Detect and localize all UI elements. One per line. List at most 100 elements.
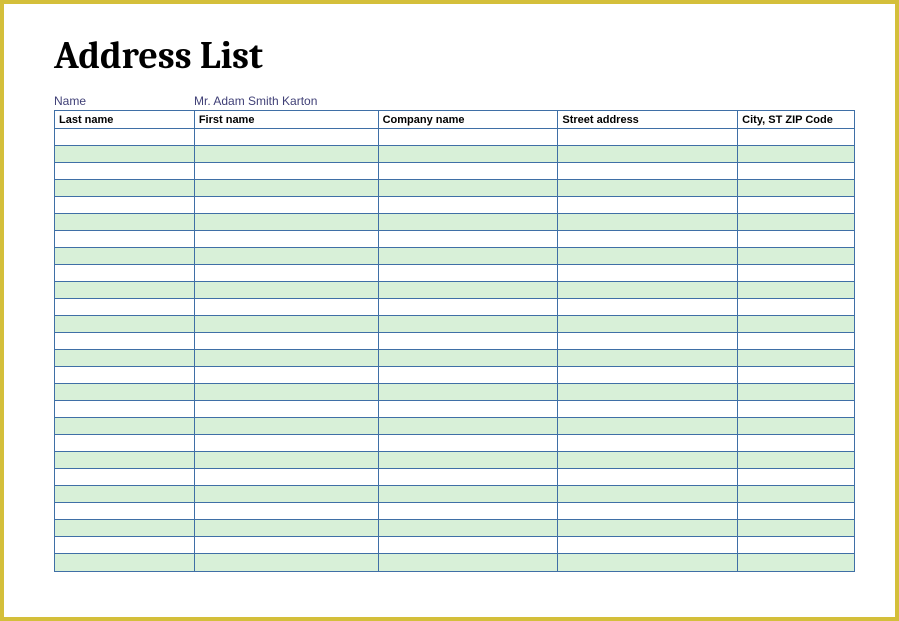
table-cell[interactable] xyxy=(558,248,738,264)
table-cell[interactable] xyxy=(558,401,738,417)
table-cell[interactable] xyxy=(738,180,854,196)
table-cell[interactable] xyxy=(738,350,854,366)
table-cell[interactable] xyxy=(558,520,738,536)
table-cell[interactable] xyxy=(558,537,738,553)
table-row[interactable] xyxy=(55,486,854,503)
table-cell[interactable] xyxy=(379,299,559,315)
table-cell[interactable] xyxy=(738,503,854,519)
table-cell[interactable] xyxy=(738,469,854,485)
table-cell[interactable] xyxy=(55,146,195,162)
table-row[interactable] xyxy=(55,350,854,367)
table-cell[interactable] xyxy=(738,231,854,247)
table-cell[interactable] xyxy=(379,265,559,281)
table-cell[interactable] xyxy=(738,367,854,383)
table-cell[interactable] xyxy=(55,231,195,247)
table-row[interactable] xyxy=(55,435,854,452)
table-cell[interactable] xyxy=(55,384,195,400)
table-cell[interactable] xyxy=(379,503,559,519)
table-cell[interactable] xyxy=(55,129,195,145)
table-cell[interactable] xyxy=(379,333,559,349)
table-cell[interactable] xyxy=(55,350,195,366)
table-cell[interactable] xyxy=(55,418,195,434)
table-cell[interactable] xyxy=(558,282,738,298)
table-cell[interactable] xyxy=(195,333,379,349)
table-cell[interactable] xyxy=(195,503,379,519)
table-cell[interactable] xyxy=(558,231,738,247)
table-cell[interactable] xyxy=(195,520,379,536)
table-cell[interactable] xyxy=(195,316,379,332)
table-cell[interactable] xyxy=(379,163,559,179)
table-cell[interactable] xyxy=(379,554,559,571)
table-cell[interactable] xyxy=(195,486,379,502)
table-cell[interactable] xyxy=(379,350,559,366)
table-cell[interactable] xyxy=(379,146,559,162)
table-cell[interactable] xyxy=(738,282,854,298)
table-row[interactable] xyxy=(55,333,854,350)
table-row[interactable] xyxy=(55,197,854,214)
table-row[interactable] xyxy=(55,554,854,571)
table-cell[interactable] xyxy=(738,248,854,264)
table-cell[interactable] xyxy=(379,537,559,553)
table-cell[interactable] xyxy=(379,367,559,383)
table-row[interactable] xyxy=(55,367,854,384)
table-cell[interactable] xyxy=(738,384,854,400)
table-cell[interactable] xyxy=(55,435,195,451)
table-cell[interactable] xyxy=(55,248,195,264)
table-cell[interactable] xyxy=(195,231,379,247)
table-cell[interactable] xyxy=(738,214,854,230)
table-row[interactable] xyxy=(55,214,854,231)
table-cell[interactable] xyxy=(738,401,854,417)
table-row[interactable] xyxy=(55,469,854,486)
table-cell[interactable] xyxy=(558,129,738,145)
table-cell[interactable] xyxy=(379,401,559,417)
table-cell[interactable] xyxy=(379,435,559,451)
table-cell[interactable] xyxy=(195,129,379,145)
table-cell[interactable] xyxy=(55,486,195,502)
table-cell[interactable] xyxy=(195,282,379,298)
table-cell[interactable] xyxy=(195,435,379,451)
table-cell[interactable] xyxy=(379,418,559,434)
table-cell[interactable] xyxy=(738,435,854,451)
table-cell[interactable] xyxy=(379,520,559,536)
table-cell[interactable] xyxy=(55,214,195,230)
table-cell[interactable] xyxy=(195,299,379,315)
table-cell[interactable] xyxy=(195,554,379,571)
table-cell[interactable] xyxy=(558,554,738,571)
table-cell[interactable] xyxy=(738,452,854,468)
table-cell[interactable] xyxy=(55,367,195,383)
table-cell[interactable] xyxy=(55,282,195,298)
table-cell[interactable] xyxy=(379,129,559,145)
table-row[interactable] xyxy=(55,503,854,520)
table-cell[interactable] xyxy=(558,333,738,349)
table-cell[interactable] xyxy=(738,197,854,213)
table-cell[interactable] xyxy=(379,452,559,468)
table-cell[interactable] xyxy=(195,146,379,162)
table-cell[interactable] xyxy=(55,401,195,417)
table-cell[interactable] xyxy=(379,316,559,332)
table-cell[interactable] xyxy=(195,418,379,434)
table-cell[interactable] xyxy=(379,248,559,264)
table-row[interactable] xyxy=(55,163,854,180)
table-cell[interactable] xyxy=(738,554,854,571)
table-cell[interactable] xyxy=(55,554,195,571)
table-cell[interactable] xyxy=(379,282,559,298)
table-cell[interactable] xyxy=(55,197,195,213)
table-cell[interactable] xyxy=(379,469,559,485)
table-row[interactable] xyxy=(55,265,854,282)
table-cell[interactable] xyxy=(738,299,854,315)
table-cell[interactable] xyxy=(195,469,379,485)
table-cell[interactable] xyxy=(55,163,195,179)
table-cell[interactable] xyxy=(738,520,854,536)
table-cell[interactable] xyxy=(379,231,559,247)
table-cell[interactable] xyxy=(55,503,195,519)
table-cell[interactable] xyxy=(379,486,559,502)
table-cell[interactable] xyxy=(558,503,738,519)
table-cell[interactable] xyxy=(738,163,854,179)
table-cell[interactable] xyxy=(558,214,738,230)
table-cell[interactable] xyxy=(558,146,738,162)
table-row[interactable] xyxy=(55,418,854,435)
table-cell[interactable] xyxy=(558,197,738,213)
table-cell[interactable] xyxy=(558,316,738,332)
table-cell[interactable] xyxy=(738,146,854,162)
table-row[interactable] xyxy=(55,129,854,146)
